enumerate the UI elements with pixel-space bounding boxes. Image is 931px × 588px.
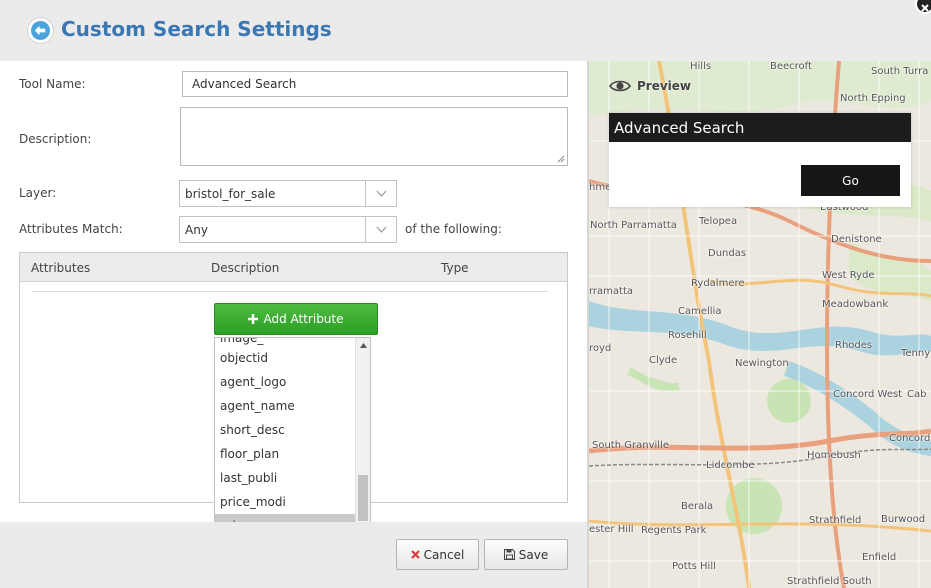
map-place-label: Rosehill — [668, 330, 707, 341]
map-place-label: South Turra — [871, 66, 929, 77]
map-place-label: Beecroft — [770, 61, 812, 72]
map-place-label: Homebush — [807, 450, 861, 461]
cancel-label: Cancel — [423, 547, 465, 562]
page-title: Custom Search Settings — [61, 17, 332, 41]
map-place-label: Regents Park — [641, 525, 707, 536]
map-place-label: Telopea — [699, 216, 738, 227]
cancel-button[interactable]: Cancel — [396, 539, 479, 570]
eye-icon — [609, 80, 631, 92]
table-divider — [32, 291, 548, 292]
back-button[interactable] — [27, 17, 54, 44]
layer-select-value: bristol_for_sale — [185, 186, 276, 201]
map-place-label: Cab — [907, 389, 927, 400]
tool-name-label: Tool Name: — [19, 77, 86, 91]
attributes-table-header: Attributes Description Type — [20, 253, 567, 282]
column-header-type: Type — [441, 261, 469, 275]
map-place-label: Newington — [735, 358, 789, 369]
chevron-down-icon[interactable] — [365, 217, 396, 242]
map-place-label: royd — [589, 343, 612, 354]
map-place-label: Denistone — [831, 234, 882, 245]
column-header-description: Description — [211, 261, 280, 275]
map-place-label: South Granville — [592, 440, 669, 451]
map-place-label: Strathfield — [809, 515, 862, 526]
layer-label: Layer: — [19, 186, 57, 200]
map-place-label: Enfield — [862, 552, 897, 563]
column-header-attributes: Attributes — [31, 261, 91, 275]
add-attribute-button[interactable]: Add Attribute — [214, 303, 378, 335]
resize-grip-icon[interactable] — [557, 155, 565, 163]
map-place-label: Rhodes — [835, 340, 873, 351]
attribute-dropdown-list[interactable]: image_ objectid agent_logo agent_name sh… — [214, 337, 371, 538]
layer-select[interactable]: bristol_for_sale — [179, 180, 397, 207]
close-button[interactable] — [915, 0, 931, 14]
list-item[interactable]: agent_name — [215, 394, 355, 418]
attributes-match-value: Any — [185, 222, 208, 237]
map-preview[interactable]: Hills Beecroft South Turra North Epping … — [589, 61, 931, 588]
map-place-label: Clyde — [649, 355, 678, 366]
description-label: Description: — [19, 132, 92, 146]
map-place-label: Lidcombe — [706, 460, 755, 471]
map-place-label: Tenny — [901, 348, 931, 359]
widget-title: Advanced Search — [609, 113, 911, 142]
back-arrow-icon — [31, 21, 50, 40]
chevron-down-icon[interactable] — [365, 181, 396, 206]
map-place-label: Potts Hill — [672, 561, 716, 572]
map-place-label: North Epping — [840, 93, 906, 104]
floppy-disk-icon — [503, 549, 515, 560]
map-place-label: Concord West — [833, 389, 903, 400]
x-icon — [410, 550, 420, 559]
list-item[interactable]: image_ — [220, 338, 263, 345]
map-place-label: rramatta — [589, 286, 634, 297]
map-place-label: Meadowbank — [822, 299, 889, 310]
map-place-label: Strathfield South — [787, 576, 872, 587]
scrollbar-thumb[interactable] — [358, 475, 368, 521]
save-button[interactable]: Save — [484, 539, 568, 570]
add-attribute-label: Add Attribute — [263, 312, 344, 326]
go-button[interactable]: Go — [801, 165, 900, 196]
attributes-match-suffix: of the following: — [405, 222, 502, 236]
dropdown-scrollbar[interactable] — [355, 338, 370, 537]
attributes-match-select[interactable]: Any — [179, 216, 397, 243]
tool-name-input[interactable]: Advanced Search — [182, 71, 568, 97]
map-place-label: Berala — [681, 501, 714, 512]
list-item[interactable]: objectid — [215, 346, 355, 370]
map-place-label: North Parramatta — [590, 220, 677, 231]
map-place-label: Hills — [690, 61, 712, 72]
description-textarea[interactable] — [180, 107, 568, 166]
map-place-label: Camellia — [678, 306, 722, 317]
search-widget-preview: Advanced Search Go — [609, 113, 911, 207]
scroll-up-arrow-icon[interactable] — [356, 338, 370, 353]
list-item[interactable]: price_modi — [215, 490, 355, 514]
header: Custom Search Settings — [0, 0, 931, 60]
attributes-match-label: Attributes Match: — [19, 222, 123, 236]
map-place-label: Concord — [889, 433, 931, 444]
save-label: Save — [518, 547, 549, 562]
map-place-label: Burwood — [881, 514, 926, 525]
close-icon — [921, 4, 929, 12]
list-item[interactable]: floor_plan — [215, 442, 355, 466]
map-place-label: ester Hill — [589, 524, 634, 535]
map-place-label: West Ryde — [822, 270, 875, 281]
map-place-label: Dundas — [708, 248, 747, 259]
map-place-label: Rydalmere — [691, 278, 745, 289]
preview-heading: Preview — [609, 79, 691, 93]
map-place-label: hme — [589, 182, 612, 193]
list-item[interactable]: last_publi — [215, 466, 355, 490]
plus-icon — [248, 314, 259, 324]
preview-label: Preview — [637, 79, 692, 93]
list-item[interactable]: agent_logo — [215, 370, 355, 394]
list-item[interactable]: short_desc — [215, 418, 355, 442]
